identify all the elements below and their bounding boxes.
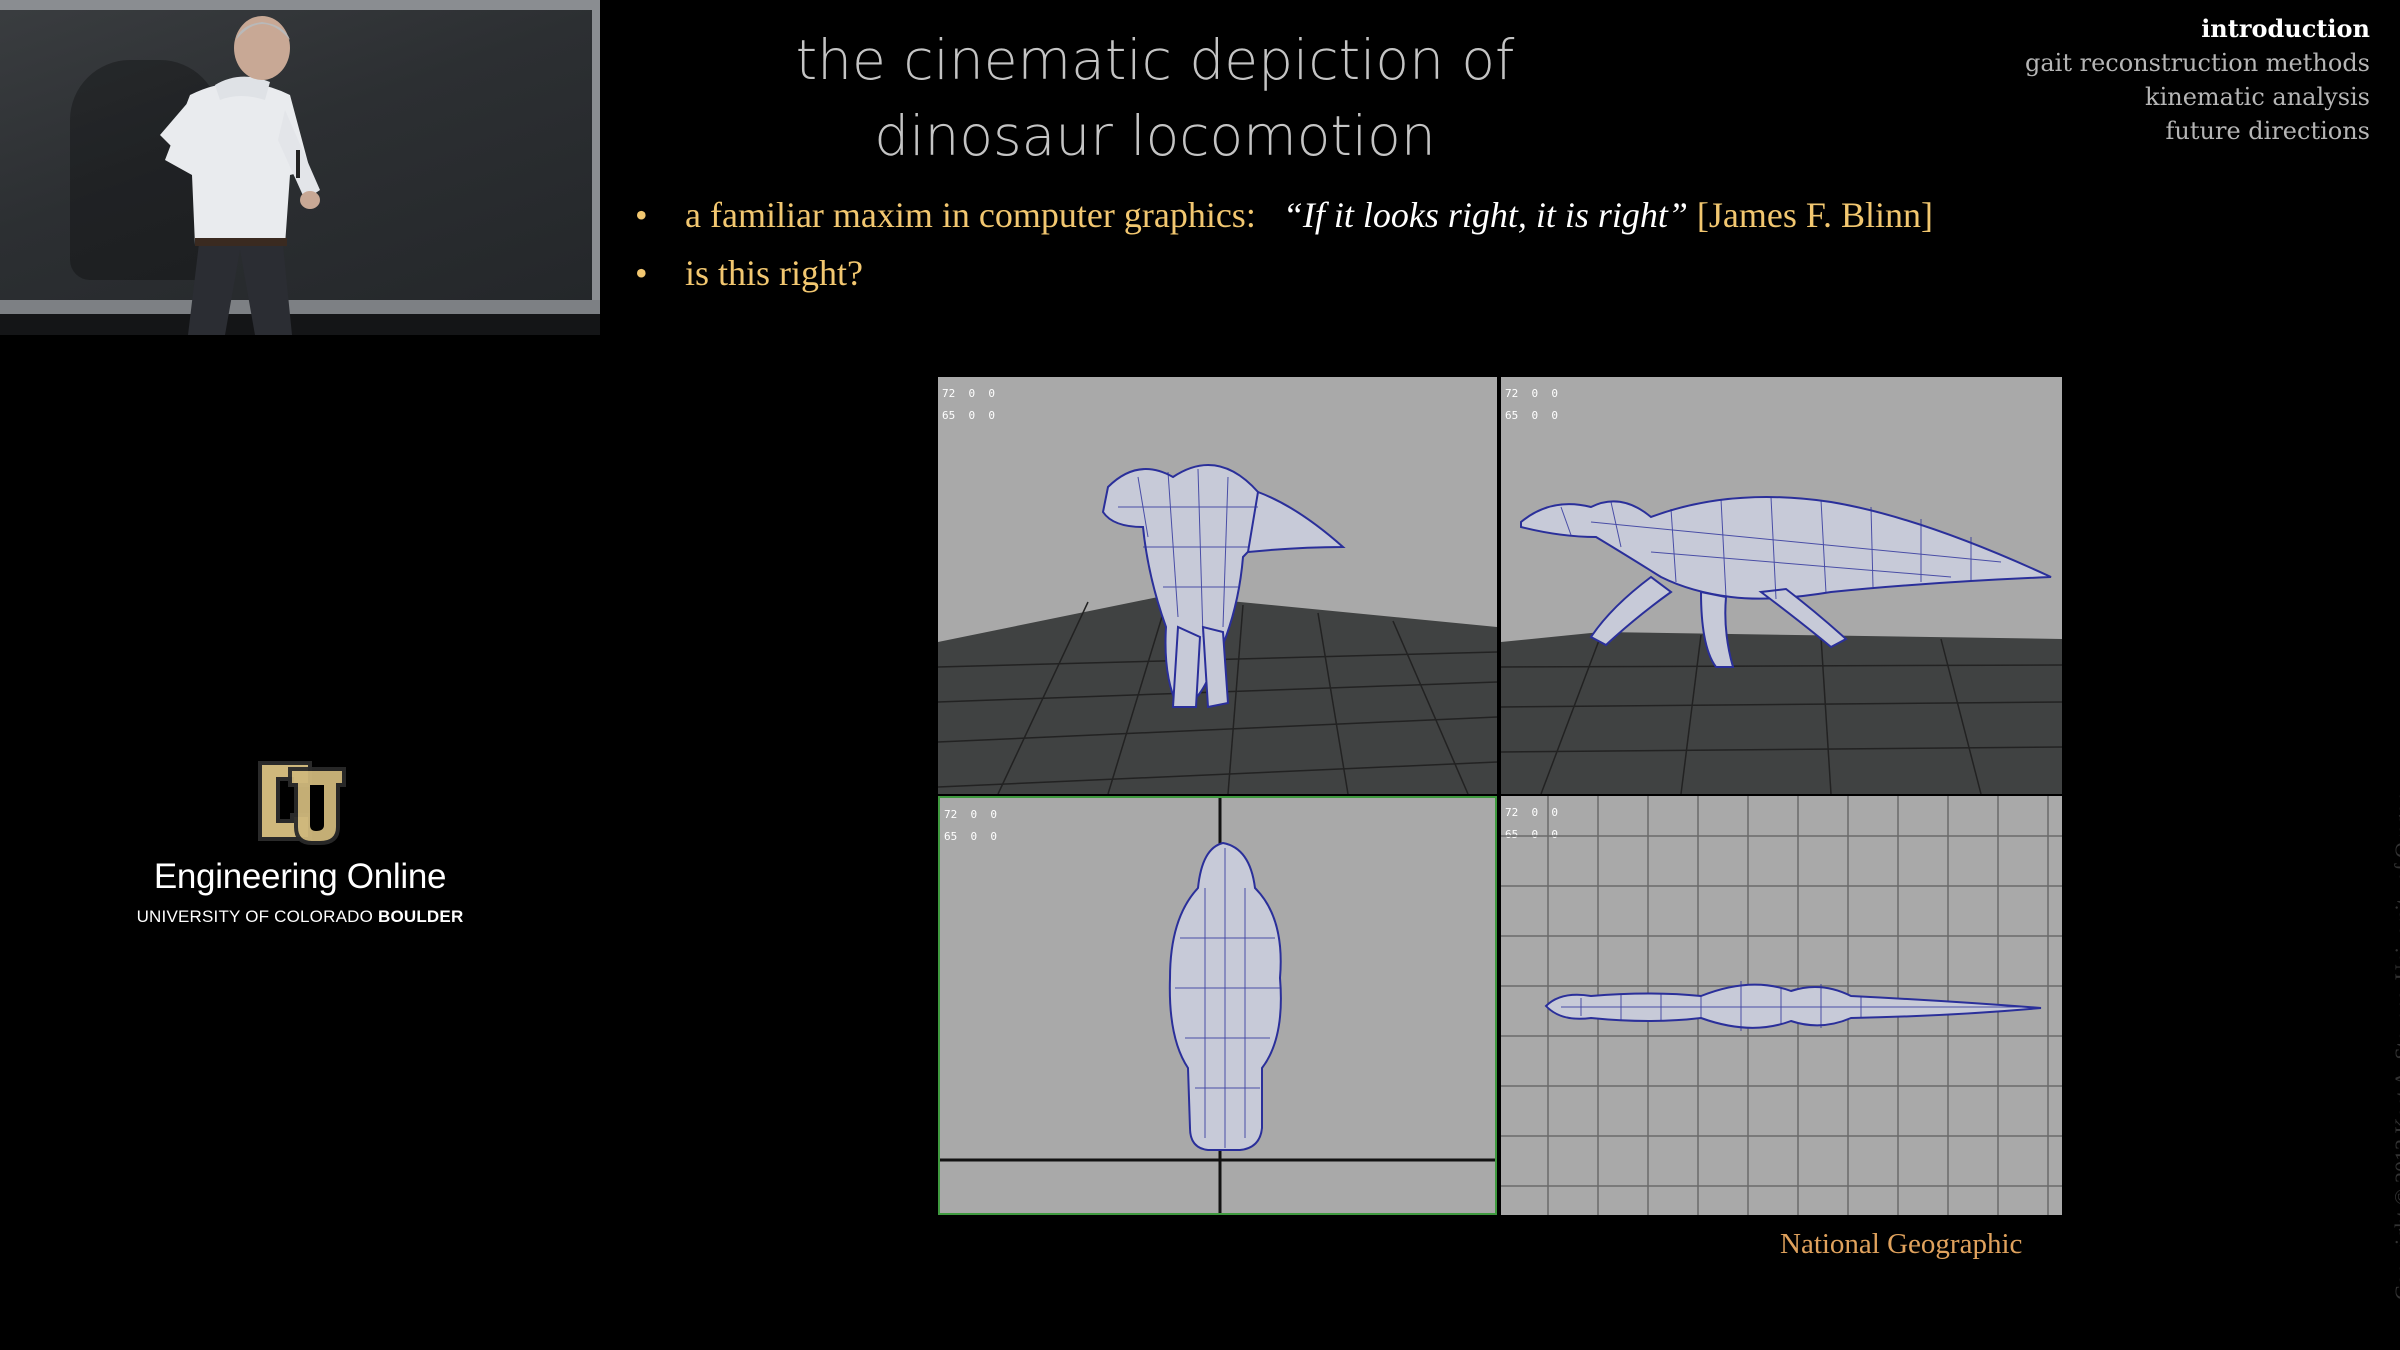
viewport-top: 72 0 0 65 0 0: [1501, 796, 2062, 1215]
engineering-online-logo: Engineering Online UNIVERSITY OF COLORAD…: [100, 755, 500, 927]
university-text: UNIVERSITY OF COLORADO: [136, 907, 374, 926]
image-credit: National Geographic: [1780, 1228, 2023, 1260]
copyright-notice: Copyright © 2012 Kent A. Stevens, Univer…: [2390, 792, 2400, 1300]
viewport-front: 72 0 0 65 0 0: [938, 796, 1497, 1215]
speaker-figure: [160, 16, 320, 335]
nav-item-kinematic-analysis[interactable]: kinematic analysis: [2025, 80, 2370, 114]
bullet-dot-icon: •: [635, 195, 648, 235]
bullet-prefix: a familiar maxim in computer graphics:: [685, 195, 1256, 235]
maya-viewport-grid: 72 0 0 65 0 0 72 0 0 65 0 0 72 0 0 65 0 …: [938, 377, 2062, 1215]
viewport-perspective-front: 72 0 0 65 0 0: [938, 377, 1497, 794]
campus-text: BOULDER: [377, 907, 464, 926]
slide-title-line1: the cinematic depiction of: [795, 28, 1515, 92]
perspective-scene: [938, 464, 1497, 794]
top-scene: [1501, 796, 2062, 1215]
bullet-text: is this right?: [685, 253, 863, 293]
bullet-dot-icon: •: [635, 253, 648, 293]
engineering-online-text: Engineering Online: [153, 857, 447, 896]
nav-item-future-directions[interactable]: future directions: [2025, 114, 2370, 148]
viewport-perspective-side: 72 0 0 65 0 0: [1501, 377, 2062, 794]
cu-logo-icon: [258, 761, 346, 845]
dinosaur-mesh: [1544, 983, 2042, 1029]
bullet-citation: [James F. Blinn]: [1696, 195, 1934, 235]
speaker-video-feed: [0, 0, 600, 335]
nav-item-introduction[interactable]: introduction: [2025, 12, 2370, 46]
bullet-quote: “If it looks right, it is right”: [1282, 195, 1688, 235]
university-name: UNIVERSITY OF COLORADO BOULDER: [100, 907, 500, 927]
slide-title-line2: dinosaur locomotion: [874, 104, 1436, 168]
section-nav: introduction gait reconstruction methods…: [2025, 12, 2370, 148]
slide-title: the cinematic depiction of dinosaur loco…: [730, 22, 1580, 174]
bullet-item: • is this right?: [625, 244, 2125, 302]
perspective-side-scene: [1501, 496, 2062, 794]
bullet-list: • a familiar maxim in computer graphics:…: [625, 186, 2125, 302]
nav-item-gait-reconstruction[interactable]: gait reconstruction methods: [2025, 46, 2370, 80]
bullet-item: • a familiar maxim in computer graphics:…: [625, 186, 2125, 244]
front-scene: [940, 798, 1495, 1213]
